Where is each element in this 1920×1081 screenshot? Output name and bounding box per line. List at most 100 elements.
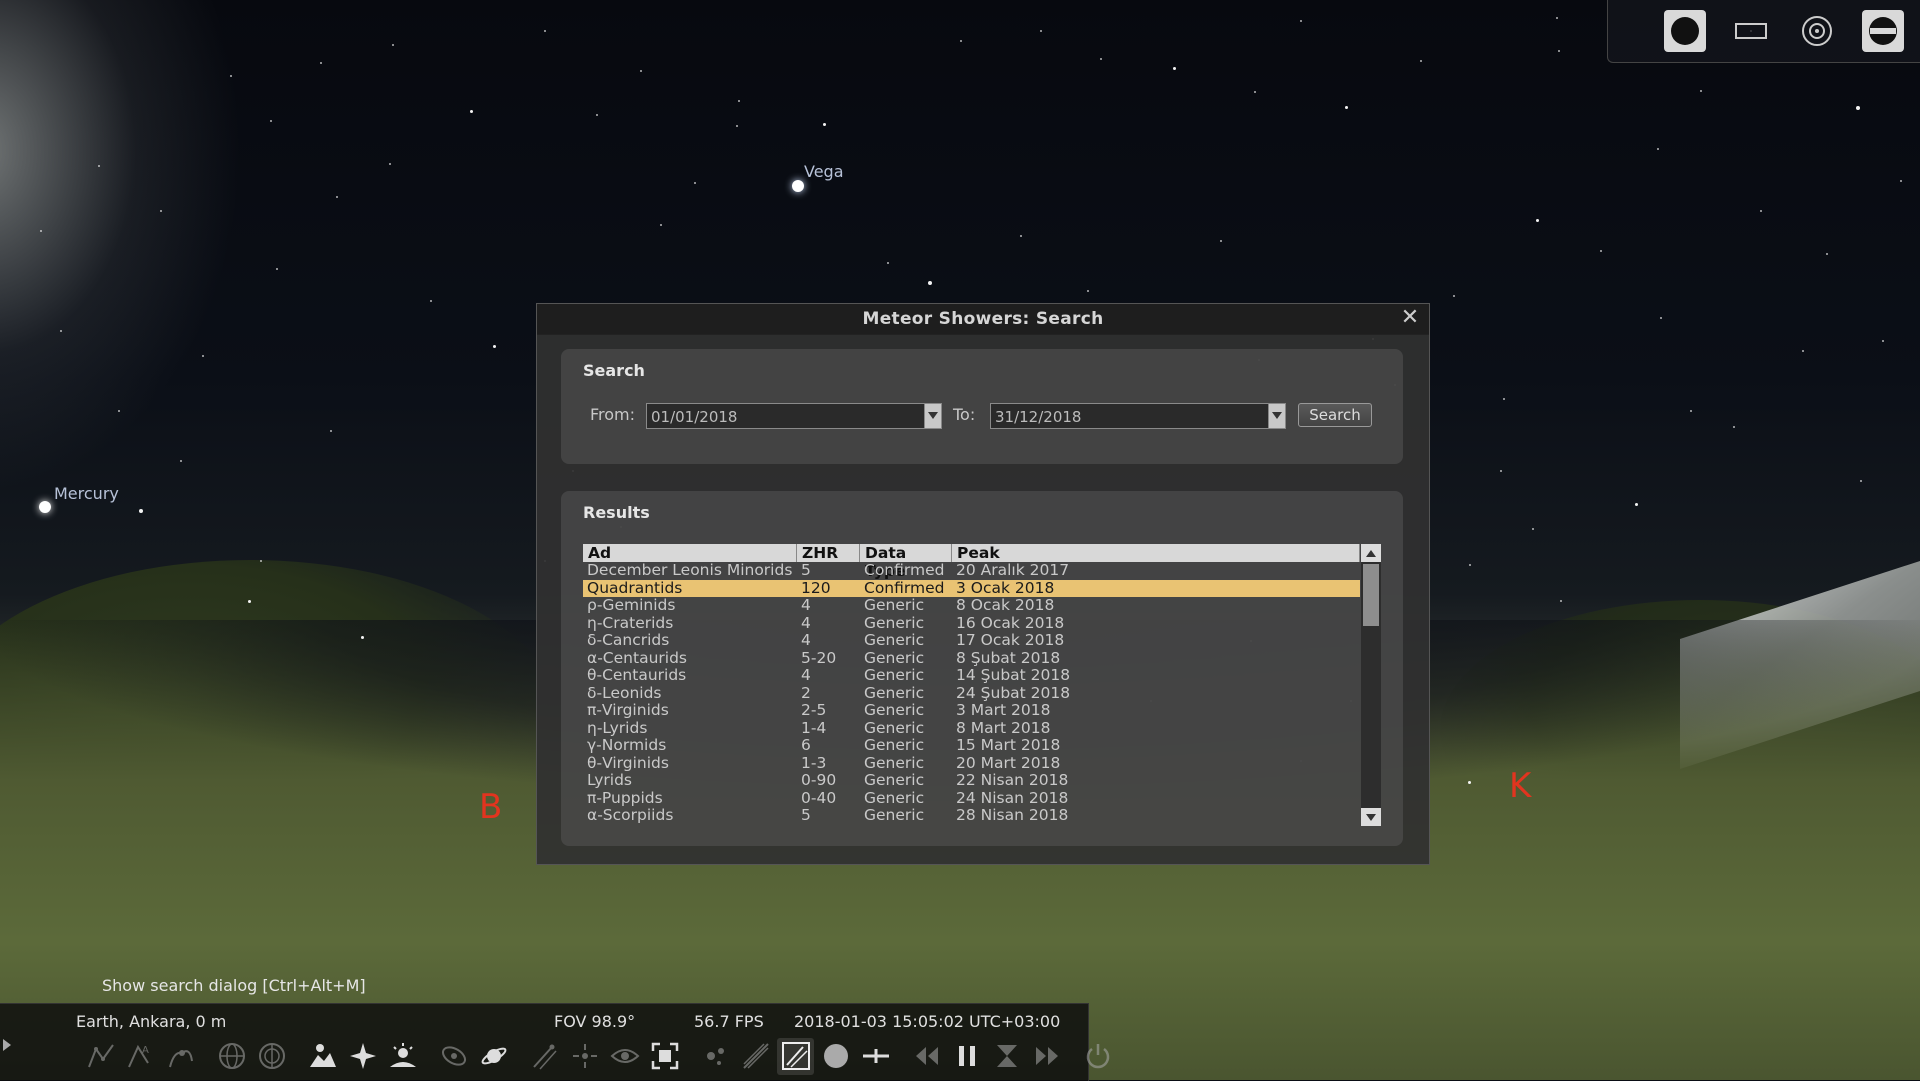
cell-data-type: Generic: [864, 632, 925, 649]
equatorial-grid-button[interactable]: [213, 1038, 250, 1075]
ocular-view-icon: [1869, 17, 1897, 45]
table-row[interactable]: Lyrids 0-90 Generic 22 Nisan 2018: [583, 772, 1360, 790]
cell-name: γ-Normids: [587, 737, 667, 754]
table-row[interactable]: δ-Cancrids 4 Generic 17 Ocak 2018: [583, 632, 1360, 650]
fullscreen-icon: [651, 1042, 678, 1070]
planet-mercury[interactable]: [39, 501, 51, 513]
rectangle-view-button[interactable]: [1730, 10, 1772, 52]
atmosphere-button[interactable]: [384, 1038, 421, 1075]
nebulae-button[interactable]: [435, 1038, 472, 1075]
results-group-title: Results: [583, 503, 650, 522]
scroll-down-button[interactable]: [1361, 808, 1381, 826]
ocular-view-button[interactable]: [1862, 10, 1904, 52]
column-header-peak[interactable]: Peak: [952, 544, 1360, 562]
table-body: December Leonis Minorids 5 Confirmed 20 Ara…: [583, 562, 1360, 825]
milky-way-button[interactable]: [737, 1038, 774, 1075]
to-date-dropdown[interactable]: [1268, 403, 1286, 429]
table-row[interactable]: θ-Virginids 1-3 Generic 20 Mart 2018: [583, 755, 1360, 773]
from-date-dropdown[interactable]: [924, 403, 942, 429]
meteor-search-dialog-button[interactable]: [777, 1037, 814, 1075]
scrollbar-thumb[interactable]: [1363, 564, 1379, 626]
cell-name: η-Craterids: [587, 614, 674, 632]
circle-view-button[interactable]: [1664, 10, 1706, 52]
tooltip: Show search dialog [Ctrl+Alt+M]: [102, 976, 366, 995]
from-date-field[interactable]: 01/01/2018: [646, 403, 928, 429]
table-row[interactable]: γ-Normids 6 Generic 15 Mart 2018: [583, 737, 1360, 755]
real-time-button[interactable]: [988, 1038, 1025, 1075]
column-header-name[interactable]: Ad: [583, 544, 797, 562]
cardinal-points-button[interactable]: [344, 1038, 381, 1075]
dialog-titlebar[interactable]: Meteor Showers: Search ✕: [537, 304, 1429, 335]
search-meteor-icon: [781, 1042, 810, 1070]
cell-name: α-Scorpiids: [587, 807, 674, 824]
table-row[interactable]: π-Virginids 2-5 Generic 3 Mart 2018: [583, 702, 1360, 720]
table-row[interactable]: η-Craterids 4 Generic 16 Ocak 2018: [583, 615, 1360, 633]
close-button[interactable]: ✕: [1399, 305, 1421, 330]
cell-data-type: Generic: [864, 684, 925, 702]
search-button[interactable]: Search: [1298, 403, 1372, 427]
meteor-showers-button[interactable]: [526, 1038, 563, 1075]
table-row[interactable]: December Leonis Minorids 5 Confirmed 20 Ara…: [583, 562, 1360, 580]
cell-zhr: 0-90: [801, 772, 837, 789]
table-row[interactable]: ρ-Geminids 4 Generic 8 Ocak 2018: [583, 597, 1360, 615]
datetime-status[interactable]: 2018-01-03 15:05:02 UTC+03:00: [794, 1012, 1060, 1031]
close-icon: ✕: [1400, 305, 1420, 330]
target-view-button[interactable]: [1796, 10, 1838, 52]
constellation-lines-button[interactable]: [82, 1038, 119, 1075]
cell-data-type: Confirmed: [864, 579, 945, 597]
table-row[interactable]: α-Scorpiids 5 Generic 28 Nisan 2018: [583, 807, 1360, 825]
fast-forward-icon: [1035, 1047, 1058, 1065]
meteor-search-dialog: Meteor Showers: Search ✕ Search From: 01…: [536, 303, 1430, 865]
to-date-field[interactable]: 31/12/2018: [990, 403, 1272, 429]
star-vega[interactable]: [792, 180, 804, 192]
cell-data-type: Generic: [864, 597, 925, 614]
table-row[interactable]: η-Lyrids 1-4 Generic 8 Mart 2018: [583, 720, 1360, 738]
cell-data-type: Generic: [864, 737, 925, 754]
table-row[interactable]: δ-Leonids 2 Generic 24 Şubat 2018: [583, 685, 1360, 703]
rewind-button[interactable]: [908, 1038, 945, 1075]
table-row[interactable]: π-Puppids 0-40 Generic 24 Nisan 2018: [583, 790, 1360, 808]
constellation-art-icon: [168, 1050, 193, 1068]
table-row[interactable]: Quadrantids 120 Confirmed 3 Ocak 2018: [583, 579, 1360, 597]
satellites-button[interactable]: [697, 1038, 734, 1075]
meteor-icon: [532, 1044, 557, 1070]
constellation-art-button[interactable]: [162, 1038, 199, 1075]
location-status[interactable]: Earth, Ankara, 0 m: [76, 1012, 226, 1031]
column-header-zhr[interactable]: ZHR: [797, 544, 860, 562]
cross-button[interactable]: [857, 1038, 894, 1075]
column-header-data-type[interactable]: Data Type: [860, 544, 952, 580]
results-table[interactable]: Ad ZHR Data Type Peak December Leonis Mi…: [583, 544, 1360, 826]
cell-peak: 14 Şubat 2018: [956, 667, 1071, 684]
fullscreen-button[interactable]: [646, 1038, 683, 1075]
ground-button[interactable]: [304, 1038, 341, 1075]
table-row[interactable]: α-Centaurids 5-20 Generic 8 Şubat 2018: [583, 650, 1360, 668]
cell-name: Quadrantids: [587, 579, 683, 597]
constellation-labels-button[interactable]: A: [122, 1038, 159, 1075]
pause-button[interactable]: [948, 1038, 985, 1075]
quit-button[interactable]: [1079, 1038, 1116, 1075]
chevron-down-icon: [928, 412, 938, 419]
arrow-up-icon: [1366, 549, 1376, 557]
table-row[interactable]: θ-Centaurids 4 Generic 14 Şubat 2018: [583, 667, 1360, 685]
toolbar-button-row: A: [82, 1036, 1116, 1076]
exoplanets-button[interactable]: [566, 1038, 603, 1075]
power-icon: [1086, 1044, 1109, 1069]
results-scrollbar[interactable]: [1361, 544, 1381, 826]
cell-zhr: 4: [801, 632, 811, 649]
toolbar-expand-arrow[interactable]: [3, 1036, 11, 1055]
to-label: To:: [953, 405, 976, 424]
search-group: Search From: 01/01/2018 To: 31/12/2018 S…: [561, 349, 1403, 464]
fov-status[interactable]: FOV 98.9°: [554, 1012, 635, 1031]
fast-forward-button[interactable]: [1028, 1038, 1065, 1075]
cell-zhr: 5-20: [801, 649, 837, 667]
ocular-button[interactable]: [606, 1038, 643, 1075]
cell-name: π-Puppids: [587, 789, 663, 807]
dialog-title: Meteor Showers: Search: [862, 309, 1104, 329]
azimuthal-grid-button[interactable]: [253, 1038, 290, 1075]
night-mode-button[interactable]: [817, 1038, 854, 1075]
cell-peak: 17 Ocak 2018: [956, 632, 1065, 649]
scroll-up-button[interactable]: [1361, 544, 1381, 562]
constellation-labels-icon: A: [127, 1044, 149, 1068]
chevron-down-icon: [1272, 412, 1282, 419]
planets-labels-button[interactable]: [475, 1038, 512, 1075]
